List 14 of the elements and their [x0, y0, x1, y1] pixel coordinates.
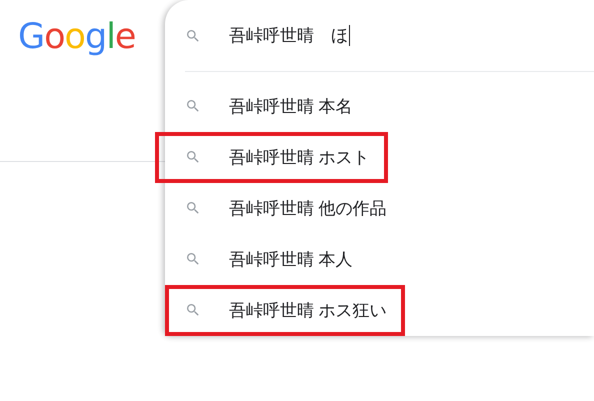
suggestion-item[interactable]: 吾峠呼世晴 本名: [185, 94, 353, 118]
suggestion-item[interactable]: 吾峠呼世晴 ホス狂い: [185, 298, 387, 322]
suggestion-item[interactable]: 吾峠呼世晴 本人: [185, 248, 353, 271]
text-cursor: [349, 25, 350, 46]
search-field[interactable]: 吾峠呼世晴 ほ: [229, 16, 594, 56]
search-icon: [185, 200, 201, 216]
suggestion-item[interactable]: 吾峠呼世晴 他の作品: [185, 196, 387, 220]
search-icon: [185, 149, 201, 166]
search-icon: [185, 28, 201, 44]
search-icon: [185, 251, 201, 268]
logo: Google: [18, 16, 136, 59]
search-icon: [185, 302, 201, 318]
suggestion-item[interactable]: 吾峠呼世晴 ホスト: [185, 146, 370, 169]
search-icon: [185, 98, 201, 114]
